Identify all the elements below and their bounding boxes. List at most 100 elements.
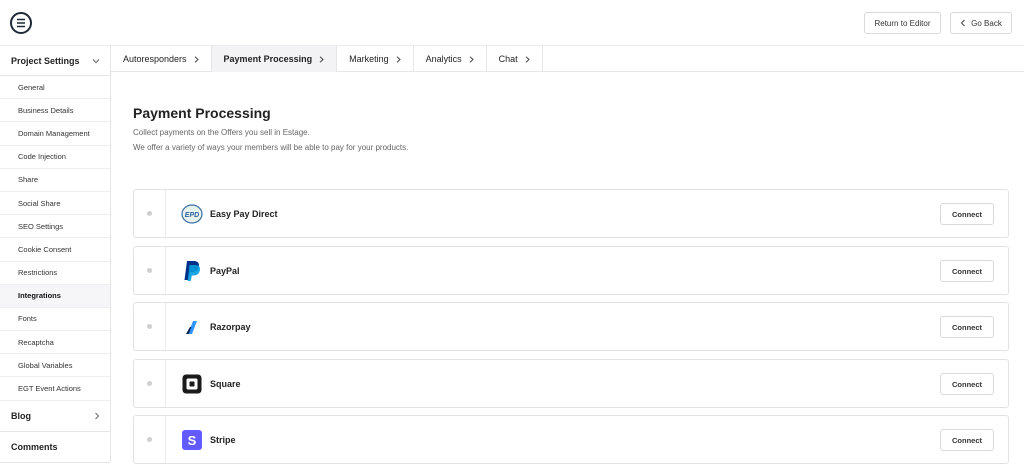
connect-label: Connect: [952, 266, 982, 276]
easy-pay-direct-logo-icon: EPD: [181, 203, 203, 225]
tab-label: Analytics: [425, 54, 462, 64]
provider-card-square: Square Connect: [133, 359, 1009, 408]
sidebar-item-label: SEO Settings: [18, 221, 64, 231]
estage-logo-icon[interactable]: [10, 12, 32, 34]
provider-card-easy-pay-direct: EPD Easy Pay Direct Connect: [133, 189, 1009, 238]
page-title: Payment Processing: [133, 105, 271, 121]
square-logo-icon: [181, 373, 203, 395]
connect-button[interactable]: Connect: [940, 316, 994, 338]
sidebar-item-domain-management[interactable]: Domain Management: [0, 122, 110, 146]
sidebar-item-egt-event-actions[interactable]: EGT Event Actions: [0, 377, 110, 401]
sidebar-item-cookie-consent[interactable]: Cookie Consent: [0, 238, 110, 262]
sidebar-item-business-details[interactable]: Business Details: [0, 99, 110, 123]
status-indicator-cell: [134, 416, 166, 463]
connect-label: Connect: [952, 435, 982, 445]
razorpay-logo-icon: [181, 316, 203, 338]
sidebar: Project Settings General Business Details…: [0, 46, 111, 463]
provider-name: Square: [210, 379, 241, 389]
connect-label: Connect: [952, 379, 982, 389]
status-dot: [147, 324, 152, 329]
sidebar-item-label: Share: [18, 175, 39, 185]
status-dot: [147, 211, 152, 216]
provider-name: Razorpay: [210, 322, 251, 332]
stripe-logo-icon: S: [181, 429, 203, 451]
go-back-label: Go Back: [971, 18, 1002, 28]
sidebar-item-label: Fonts: [18, 314, 37, 324]
connect-button[interactable]: Connect: [940, 429, 994, 451]
sidebar-item-label: Restrictions: [18, 268, 58, 278]
provider-name: Stripe: [210, 435, 236, 445]
status-indicator-cell: [134, 303, 166, 350]
sidebar-item-social-share[interactable]: Social Share: [0, 192, 110, 216]
go-back-button[interactable]: Go Back: [950, 12, 1012, 34]
chevron-left-icon: [960, 19, 966, 27]
sidebar-group-comments[interactable]: Comments: [0, 432, 110, 463]
sidebar-item-label: Cookie Consent: [18, 244, 72, 254]
sidebar-item-code-injection[interactable]: Code Injection: [0, 146, 110, 169]
main-content: Payment Processing Collect payments on t…: [111, 73, 1024, 464]
chevron-down-icon: [92, 58, 100, 63]
page-description: Collect payments on the Offers you sell …: [133, 128, 310, 137]
page-description-secondary: We offer a variety of ways your members …: [133, 143, 409, 152]
chevron-right-icon: [319, 55, 324, 63]
tab-payment-processing[interactable]: Payment Processing: [211, 46, 338, 72]
sidebar-item-seo-settings[interactable]: SEO Settings: [0, 215, 110, 239]
sidebar-item-fonts[interactable]: Fonts: [0, 308, 110, 332]
chevron-right-icon: [396, 55, 401, 63]
tab-analytics[interactable]: Analytics: [414, 46, 487, 72]
connect-label: Connect: [952, 322, 982, 332]
tab-autoresponders[interactable]: Autoresponders: [111, 46, 212, 72]
svg-text:S: S: [188, 433, 197, 448]
tab-chat[interactable]: Chat: [487, 46, 543, 72]
provider-name: Easy Pay Direct: [210, 209, 278, 219]
status-indicator-cell: [134, 360, 166, 407]
tab-marketing[interactable]: Marketing: [337, 46, 414, 72]
sidebar-item-recaptcha[interactable]: Recaptcha: [0, 331, 110, 355]
return-to-editor-button[interactable]: Return to Editor: [864, 12, 941, 34]
sidebar-item-label: Domain Management: [18, 128, 90, 138]
status-dot: [147, 268, 152, 273]
sidebar-section-project-settings[interactable]: Project Settings: [0, 46, 110, 76]
sidebar-group-label: Blog: [11, 410, 31, 421]
sidebar-item-label: Recaptcha: [18, 337, 54, 347]
sidebar-item-restrictions[interactable]: Restrictions: [0, 262, 110, 285]
sidebar-item-share[interactable]: Share: [0, 169, 110, 192]
tab-label: Autoresponders: [123, 54, 187, 64]
chevron-right-icon: [469, 55, 474, 63]
provider-name: PayPal: [210, 266, 240, 276]
tab-label: Chat: [498, 54, 518, 64]
connect-label: Connect: [952, 209, 982, 219]
status-indicator-cell: [134, 190, 166, 237]
connect-button[interactable]: Connect: [940, 373, 994, 395]
sidebar-section-title: Project Settings: [11, 55, 80, 66]
svg-text:EPD: EPD: [185, 212, 199, 219]
chevron-right-icon: [95, 412, 100, 419]
sidebar-item-general[interactable]: General: [0, 76, 110, 100]
connect-button[interactable]: Connect: [940, 203, 994, 225]
tab-label: Marketing: [349, 54, 389, 64]
provider-card-stripe: S Stripe Connect: [133, 415, 1009, 464]
paypal-logo-icon: [181, 260, 203, 282]
sidebar-item-label: Business Details: [18, 105, 74, 115]
sidebar-item-label: Global Variables: [18, 360, 73, 370]
sidebar-item-integrations[interactable]: Integrations: [0, 284, 110, 308]
chevron-right-icon: [194, 55, 199, 63]
connect-button[interactable]: Connect: [940, 260, 994, 282]
status-dot: [147, 381, 152, 386]
status-indicator-cell: [134, 247, 166, 294]
sidebar-item-label: EGT Event Actions: [18, 384, 81, 394]
chevron-right-icon: [525, 55, 530, 63]
sidebar-group-blog[interactable]: Blog: [0, 401, 110, 432]
status-dot: [147, 437, 152, 442]
return-to-editor-label: Return to Editor: [874, 18, 931, 28]
sidebar-item-label: Code Injection: [18, 152, 66, 162]
sidebar-item-label: Integrations: [18, 291, 61, 301]
integration-tabs: Autoresponders Payment Processing Marketin…: [111, 46, 1024, 72]
provider-card-razorpay: Razorpay Connect: [133, 302, 1009, 351]
sidebar-group-label: Comments: [11, 441, 58, 452]
sidebar-items: General Business Details Domain Management…: [0, 76, 110, 401]
top-bar: Return to Editor Go Back: [0, 0, 1024, 46]
sidebar-item-label: General: [18, 82, 45, 92]
sidebar-item-label: Social Share: [18, 198, 61, 208]
sidebar-item-global-variables[interactable]: Global Variables: [0, 354, 110, 378]
